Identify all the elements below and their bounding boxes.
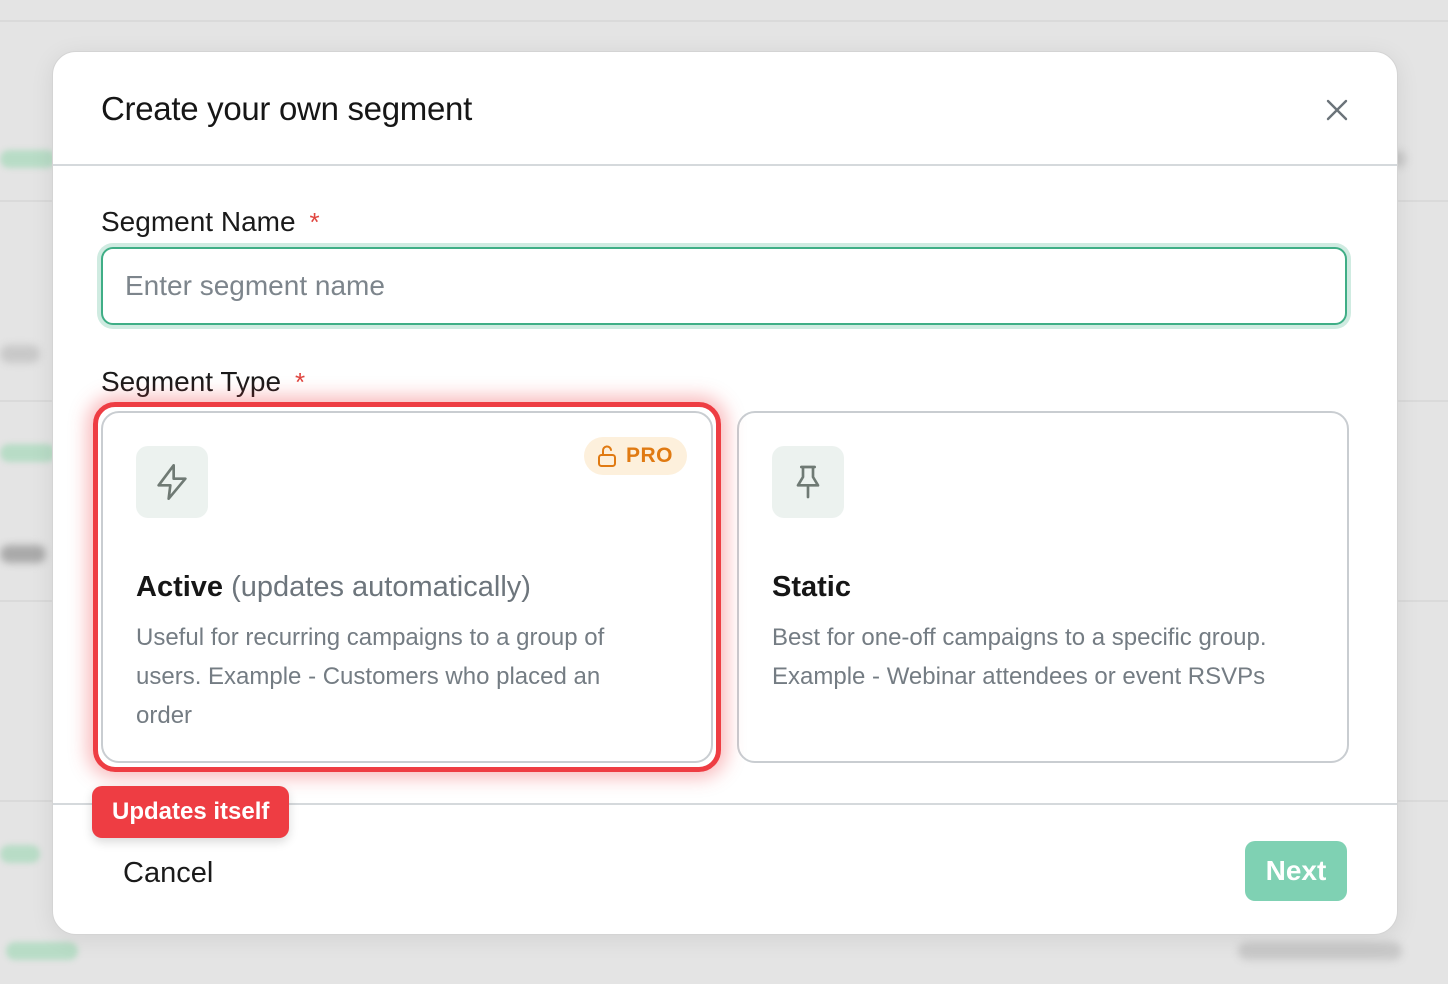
active-icon-tile	[136, 446, 208, 518]
dialog-title: Create your own segment	[101, 90, 472, 127]
static-option-title: Static	[772, 571, 851, 604]
lightning-icon	[157, 464, 187, 500]
pin-icon	[796, 465, 820, 499]
backdrop-text	[1238, 942, 1402, 960]
segment-type-option-active[interactable]: PRO Active (updates automatically) Usefu…	[101, 411, 713, 763]
backdrop-text	[0, 545, 46, 563]
cancel-button[interactable]: Cancel	[123, 857, 213, 890]
backdrop-status-pill	[0, 444, 56, 462]
active-option-title: Active (updates automatically)	[136, 571, 531, 604]
annotation-label: Updates itself	[92, 786, 290, 838]
pro-badge-label: PRO	[625, 444, 673, 467]
backdrop-status-pill	[0, 150, 56, 168]
backdrop-status-pill	[0, 845, 40, 863]
segment-name-label: Segment Name *	[101, 206, 320, 238]
segment-type-label: Segment Type *	[101, 366, 305, 398]
backdrop-divider	[0, 20, 1448, 22]
active-option-subtitle: (updates automatically)	[231, 571, 531, 603]
required-indicator: *	[295, 367, 306, 397]
static-icon-tile	[772, 446, 844, 518]
static-option-name: Static	[772, 571, 851, 603]
unlock-icon	[597, 445, 616, 467]
segment-type-option-static[interactable]: Static Best for one-off campaigns to a s…	[737, 411, 1349, 763]
close-icon	[1326, 99, 1348, 121]
active-option-description: Useful for recurring campaigns to a grou…	[136, 624, 605, 729]
close-button[interactable]	[1321, 94, 1353, 126]
backdrop-status-pill	[6, 942, 78, 960]
next-button[interactable]: Next	[1245, 841, 1347, 901]
required-indicator: *	[309, 207, 320, 237]
active-option-name: Active	[136, 571, 224, 603]
backdrop-text	[0, 345, 40, 363]
dialog-header: Create your own segment	[53, 52, 1397, 166]
static-option-description: Best for one-off campaigns to a specific…	[772, 624, 1267, 690]
segment-type-label-text: Segment Type	[101, 366, 282, 397]
pro-badge: PRO	[583, 437, 687, 475]
segment-name-input[interactable]	[101, 247, 1347, 325]
segment-name-label-text: Segment Name	[101, 206, 296, 237]
